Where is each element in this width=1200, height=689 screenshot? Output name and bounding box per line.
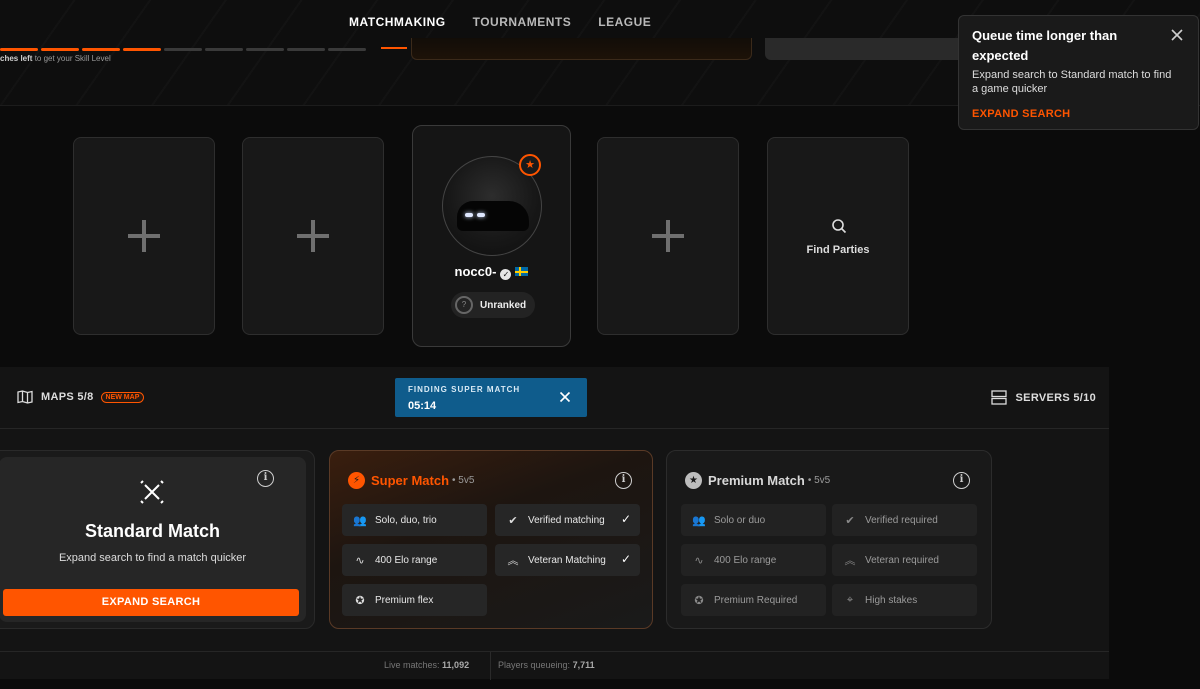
standard-match-card[interactable]: Standard Match Expand search to find a m… bbox=[0, 450, 315, 629]
find-parties-label: Find Parties bbox=[806, 244, 870, 256]
toast-expand-search-link[interactable]: EXPAND SEARCH bbox=[972, 108, 1185, 120]
super-match-card[interactable]: ⚡ Super Match • 5v5 i 👥 Solo, duo, trio ✔… bbox=[329, 450, 653, 629]
banner-panel bbox=[411, 38, 752, 60]
nav-matchmaking[interactable]: MATCHMAKING bbox=[349, 15, 446, 49]
player-name-row: nocc0- ✓ bbox=[413, 264, 570, 280]
info-icon[interactable]: i bbox=[257, 470, 274, 487]
player-name: nocc0- bbox=[454, 264, 497, 279]
skill-progress-bar bbox=[0, 48, 366, 51]
toast-body: Expand search to Standard match to find … bbox=[972, 69, 1172, 95]
nav-tournaments[interactable]: TOURNAMENTS bbox=[473, 15, 572, 29]
finding-match-status: FINDING SUPER MATCH 05:14 bbox=[395, 378, 587, 417]
party-icon: 👥 bbox=[353, 514, 367, 527]
star-badge-icon: ★ bbox=[519, 154, 541, 176]
check-icon: ✓ bbox=[620, 552, 631, 566]
servers-selector[interactable]: SERVERS 5/10 bbox=[990, 390, 1096, 405]
close-icon[interactable] bbox=[1170, 28, 1184, 42]
expand-search-button[interactable]: EXPAND SEARCH bbox=[3, 589, 299, 616]
server-icon bbox=[990, 390, 1007, 405]
live-matches-stat: Live matches: 11,092 bbox=[384, 660, 470, 670]
finding-title: FINDING SUPER MATCH bbox=[408, 385, 521, 394]
info-icon[interactable]: i bbox=[953, 472, 970, 489]
check-icon: ✓ bbox=[620, 512, 631, 526]
super-match-name: Super Match bbox=[371, 473, 450, 488]
premium-star-icon: ✪ bbox=[694, 594, 704, 607]
premium-match-format: • 5v5 bbox=[807, 475, 831, 486]
premium-match-card[interactable]: ★ Premium Match • 5v5 i 👥 Solo or duo ✔ Ve… bbox=[666, 450, 992, 629]
toast-title: Queue time longer than expected bbox=[972, 28, 1118, 63]
info-icon[interactable]: i bbox=[615, 472, 632, 489]
standard-match-subtitle: Expand search to find a match quicker bbox=[58, 552, 247, 564]
maps-label: MAPS 5/8 bbox=[41, 391, 94, 403]
rank-label: Unranked bbox=[480, 299, 527, 311]
feature-item: ︽ Veteran required bbox=[832, 544, 977, 576]
elo-wave-icon: ∿ bbox=[355, 554, 365, 567]
find-parties-button[interactable]: Find Parties bbox=[767, 137, 909, 335]
super-match-format: • 5v5 bbox=[452, 475, 475, 486]
main-nav: MATCHMAKING TOURNAMENTS LEAGUE bbox=[349, 15, 651, 49]
veteran-chevron-icon: ︽ bbox=[507, 555, 519, 567]
verified-shield-icon: ✔ bbox=[508, 514, 518, 527]
player-card[interactable]: ★ nocc0- ✓ ? Unranked bbox=[412, 125, 571, 347]
feature-item: ∿ 400 Elo range bbox=[681, 544, 826, 576]
search-icon bbox=[832, 219, 847, 234]
maps-selector[interactable]: MAPS 5/8 NEW MAP bbox=[17, 390, 145, 404]
party-slot-empty[interactable] bbox=[597, 137, 739, 335]
matchmaking-panel: MAPS 5/8 NEW MAP FINDING SUPER MATCH 05:… bbox=[0, 367, 1109, 680]
party-slot-empty[interactable] bbox=[242, 137, 384, 335]
feature-item: ✔ Verified matching ✓ bbox=[495, 504, 640, 536]
feature-item: ︽ Veteran Matching ✓ bbox=[495, 544, 640, 576]
finding-timer: 05:14 bbox=[408, 400, 437, 412]
verified-icon: ✓ bbox=[500, 269, 512, 280]
sweden-flag-icon bbox=[515, 267, 529, 276]
rank-pill: ? Unranked bbox=[451, 292, 535, 318]
cancel-search-icon[interactable] bbox=[559, 391, 571, 403]
crosshair-icon: ⌖ bbox=[846, 593, 854, 606]
feature-item: ✔ Verified required bbox=[832, 504, 977, 536]
stats-footer: Live matches: 11,092 Players queueing: 7… bbox=[0, 651, 1109, 680]
lightning-icon: ⚡ bbox=[348, 472, 365, 489]
feature-item: ✪ Premium Required bbox=[681, 584, 826, 616]
feature-item: 👥 Solo or duo bbox=[681, 504, 826, 536]
premium-star-icon: ★ bbox=[685, 472, 702, 489]
verified-shield-icon: ✔ bbox=[845, 514, 855, 527]
standard-match-title: Standard Match bbox=[84, 521, 221, 541]
rank-icon: ? bbox=[455, 296, 473, 314]
plus-icon bbox=[652, 220, 684, 252]
players-queueing-stat: Players queueing: 7,711 bbox=[498, 660, 595, 670]
plus-icon bbox=[128, 220, 160, 252]
queue-time-toast: Queue time longer than expected Expand s… bbox=[958, 15, 1199, 130]
premium-match-name: Premium Match bbox=[708, 473, 805, 488]
party-slot-empty[interactable] bbox=[73, 137, 215, 335]
feature-item: ✪ Premium flex bbox=[342, 584, 487, 616]
nav-league[interactable]: LEAGUE bbox=[598, 15, 651, 29]
map-icon bbox=[17, 390, 33, 404]
feature-item: ⌖ High stakes bbox=[832, 584, 977, 616]
veteran-chevron-icon: ︽ bbox=[844, 555, 856, 567]
plus-icon bbox=[297, 220, 329, 252]
skill-level-text: ches left to get your Skill Level bbox=[0, 54, 111, 63]
servers-label: SERVERS 5/10 bbox=[1015, 391, 1096, 404]
premium-star-icon: ✪ bbox=[355, 594, 365, 607]
expand-arrows-icon bbox=[140, 480, 164, 504]
elo-wave-icon: ∿ bbox=[694, 554, 704, 567]
party-icon: 👥 bbox=[692, 514, 706, 527]
banner-panel-secondary bbox=[765, 38, 965, 60]
queue-bar: MAPS 5/8 NEW MAP FINDING SUPER MATCH 05:… bbox=[0, 367, 1109, 429]
feature-item: 👥 Solo, duo, trio bbox=[342, 504, 487, 536]
new-map-badge: NEW MAP bbox=[100, 391, 145, 403]
feature-item: ∿ 400 Elo range bbox=[342, 544, 487, 576]
